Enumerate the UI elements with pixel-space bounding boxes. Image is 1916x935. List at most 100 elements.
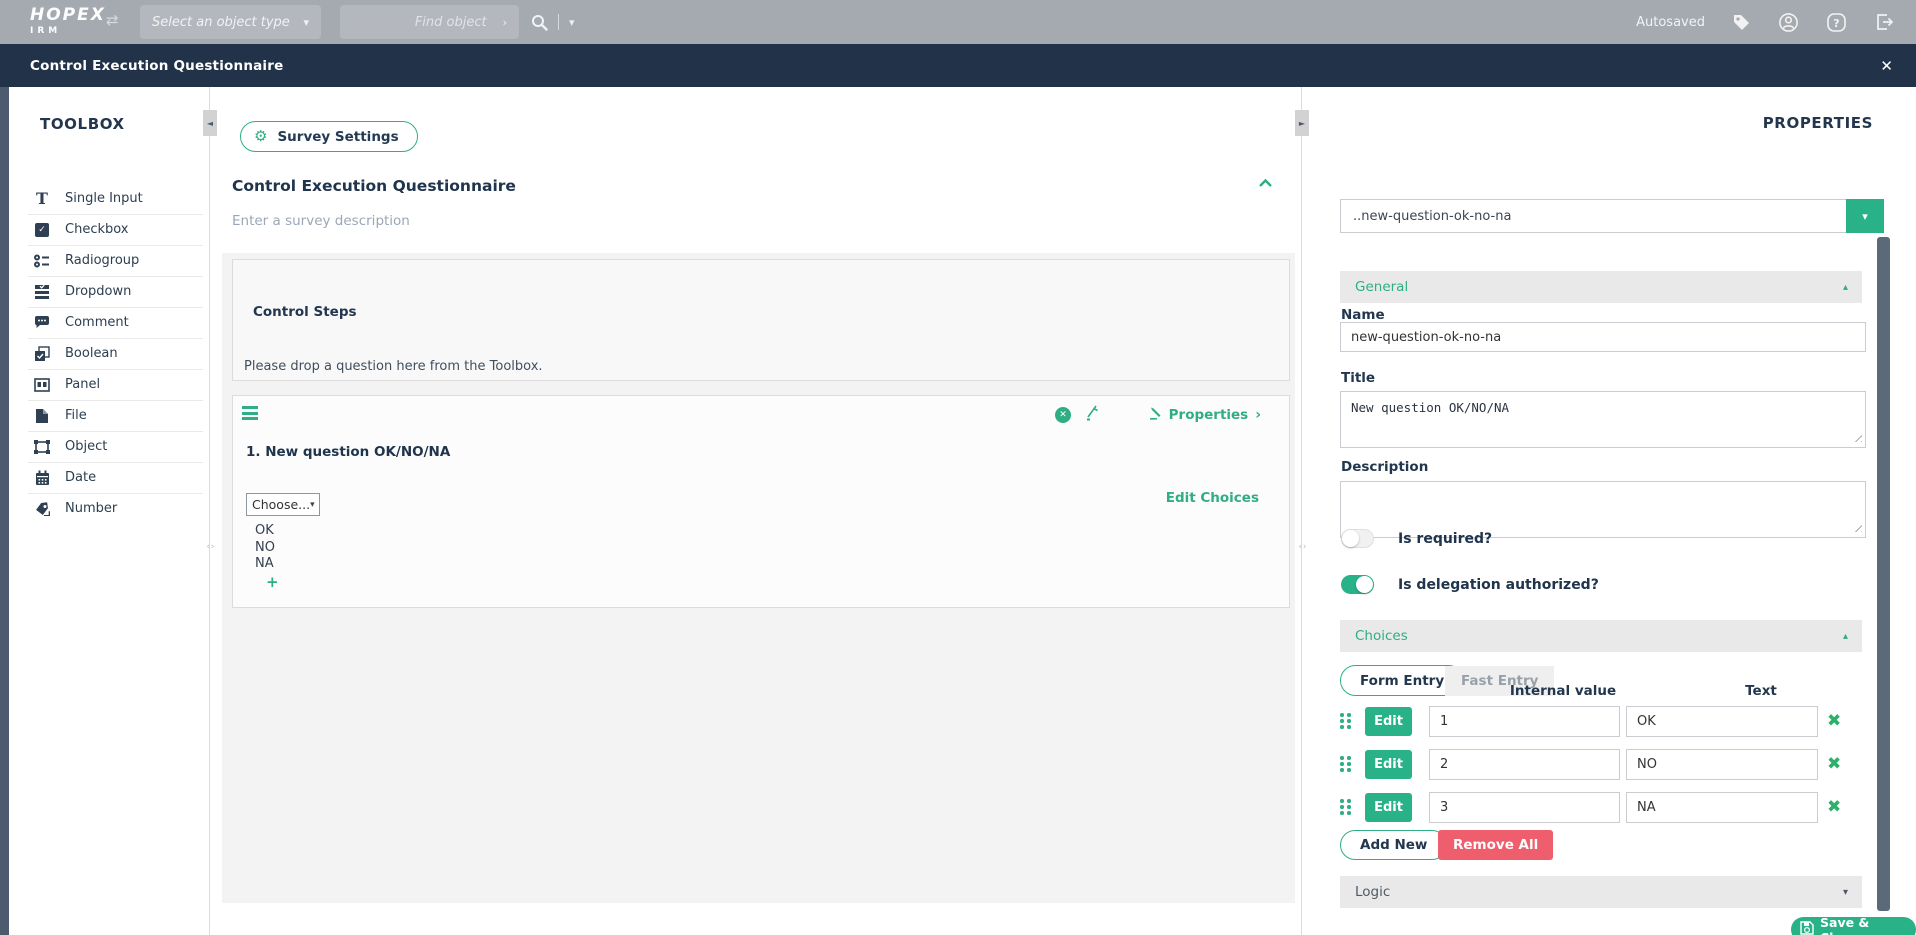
- file-icon: [33, 407, 51, 425]
- toolbox-item-comment[interactable]: Comment: [9, 307, 203, 338]
- background-app-edge: [0, 87, 9, 935]
- selected-question-value: ..new-question-ok-no-na: [1341, 209, 1846, 224]
- chevron-right-icon: ›: [503, 16, 507, 29]
- help-icon[interactable]: ?: [1826, 12, 1847, 33]
- skip-logic-icon[interactable]: [1084, 405, 1099, 425]
- choice-item[interactable]: NO: [255, 540, 275, 557]
- toolbox-item-radiogroup[interactable]: Radiogroup: [9, 245, 203, 276]
- question-dropdown[interactable]: Choose... ▾: [246, 493, 320, 516]
- checkbox-icon: ✓: [33, 221, 51, 239]
- chevron-right-icon: ›: [1255, 407, 1261, 423]
- toolbox-item-object[interactable]: Object: [9, 431, 203, 462]
- delete-row-icon[interactable]: ✖: [1827, 713, 1841, 730]
- control-steps-panel[interactable]: Control Steps Please drop a question her…: [232, 259, 1290, 381]
- toolbox-title: TOOLBOX: [40, 115, 125, 133]
- chevron-down-icon: ▾: [303, 16, 309, 29]
- row-drag-handle-icon[interactable]: [1340, 756, 1352, 772]
- edit-choice-button[interactable]: Edit: [1365, 793, 1412, 822]
- delete-question-icon[interactable]: ✕: [1055, 407, 1071, 423]
- column-header-internal-value: Internal value: [1510, 683, 1616, 699]
- delete-row-icon[interactable]: ✖: [1827, 799, 1841, 816]
- choice-text-input[interactable]: [1626, 792, 1818, 823]
- properties-panel: PROPERTIES ..new-question-ok-no-na ▾ Gen…: [1310, 87, 1916, 935]
- choice-value-input[interactable]: [1429, 792, 1620, 823]
- is-required-toggle[interactable]: [1341, 529, 1374, 548]
- row-drag-handle-icon[interactable]: [1340, 713, 1352, 729]
- drag-handle-icon[interactable]: [242, 406, 258, 423]
- section-choices[interactable]: Choices ▴: [1340, 620, 1862, 652]
- toolbox-item-checkbox[interactable]: ✓ Checkbox: [9, 214, 203, 245]
- row-drag-handle-icon[interactable]: [1340, 799, 1352, 815]
- panel-icon: [33, 376, 51, 394]
- description-field[interactable]: [1340, 481, 1866, 538]
- remove-all-button[interactable]: Remove All: [1438, 830, 1553, 860]
- name-field[interactable]: [1340, 322, 1866, 352]
- svg-text:?: ?: [1833, 17, 1839, 30]
- toolbox-item-dropdown[interactable]: Dropdown: [9, 276, 203, 307]
- add-choice-icon[interactable]: +: [266, 573, 279, 591]
- save-and-close-button[interactable]: Save & Close: [1791, 917, 1916, 935]
- survey-description-placeholder[interactable]: Enter a survey description: [232, 213, 410, 229]
- user-account-icon[interactable]: [1778, 12, 1799, 33]
- edit-choice-button[interactable]: Edit: [1365, 750, 1412, 779]
- toolbox-item-file[interactable]: File: [9, 400, 203, 431]
- toolbox-item-number[interactable]: Number: [9, 493, 203, 524]
- logout-icon[interactable]: [1874, 12, 1894, 32]
- autosaved-status: Autosaved: [1636, 15, 1705, 30]
- survey-title[interactable]: Control Execution Questionnaire: [232, 177, 516, 195]
- survey-settings-button[interactable]: ⚙ Survey Settings: [240, 121, 418, 152]
- object-type-placeholder: Select an object type: [152, 15, 290, 30]
- title-field[interactable]: New question OK/NO/NA: [1340, 391, 1866, 448]
- choice-value-input[interactable]: [1429, 749, 1620, 780]
- chevron-up-icon: ▴: [1843, 282, 1848, 293]
- section-general[interactable]: General ▴: [1340, 271, 1862, 303]
- choice-item[interactable]: OK: [255, 523, 275, 540]
- toolbox-list: T Single Input ✓ Checkbox Radiogroup Dro…: [9, 183, 203, 524]
- save-icon: [1800, 921, 1814, 935]
- collapse-right-icon[interactable]: ►: [1295, 110, 1309, 136]
- scrollbar-thumb[interactable]: [1877, 237, 1890, 911]
- question-panel[interactable]: ✕ Properties › 1. New question OK/NO/NA …: [232, 395, 1290, 608]
- search-cluster: ▾: [531, 0, 575, 44]
- top-bar: HOPEX IRM ⇄ Select an object type ▾ Find…: [0, 0, 1916, 44]
- choices-preview-list: OK NO NA: [255, 523, 275, 573]
- question-title[interactable]: 1. New question OK/NO/NA: [246, 444, 450, 460]
- toolbox-item-boolean[interactable]: Boolean: [9, 338, 203, 369]
- object-type-dropdown[interactable]: Select an object type ▾: [140, 5, 321, 39]
- left-splitter[interactable]: ◄ ‹ ›: [203, 87, 217, 935]
- collapse-left-icon[interactable]: ◄: [203, 110, 217, 136]
- choice-value-input[interactable]: [1429, 706, 1620, 737]
- single-input-icon: T: [33, 190, 51, 208]
- right-splitter[interactable]: ► ‹ ›: [1295, 87, 1309, 935]
- toolbox-item-single-input[interactable]: T Single Input: [9, 183, 203, 214]
- add-new-button[interactable]: Add New: [1340, 830, 1447, 860]
- number-icon: [33, 500, 51, 518]
- edit-choices-link[interactable]: Edit Choices: [1166, 490, 1259, 506]
- question-actions: ✕: [1055, 405, 1099, 425]
- title-label: Title: [1341, 370, 1375, 386]
- dialog-title-bar: Control Execution Questionnaire ✕: [0, 44, 1916, 87]
- delete-row-icon[interactable]: ✖: [1827, 756, 1841, 773]
- close-icon[interactable]: ✕: [1880, 57, 1893, 75]
- name-label: Name: [1341, 307, 1385, 323]
- question-properties-link[interactable]: Properties ›: [1148, 405, 1261, 424]
- choice-text-input[interactable]: [1626, 749, 1818, 780]
- edit-choice-button[interactable]: Edit: [1365, 707, 1412, 736]
- section-logic[interactable]: Logic ▾: [1340, 876, 1862, 908]
- toolbox-item-label: Radiogroup: [65, 253, 139, 268]
- tag-icon[interactable]: [1732, 13, 1751, 32]
- toolbox-item-label: Comment: [65, 315, 129, 330]
- toolbox-item-date[interactable]: Date: [9, 462, 203, 493]
- toolbox-item-panel[interactable]: Panel: [9, 369, 203, 400]
- search-icon[interactable]: [531, 14, 548, 31]
- is-delegation-toggle[interactable]: [1341, 575, 1374, 594]
- chevron-down-icon[interactable]: ▾: [569, 16, 575, 29]
- splitter-grip-icon: ‹ ›: [203, 542, 217, 552]
- collapse-header-icon[interactable]: [1258, 173, 1273, 192]
- swap-icon[interactable]: ⇄: [106, 11, 119, 29]
- selected-question-dropdown[interactable]: ..new-question-ok-no-na ▾: [1340, 199, 1884, 233]
- choice-text-input[interactable]: [1626, 706, 1818, 737]
- section-label: General: [1355, 279, 1408, 295]
- find-object-input[interactable]: Find object ›: [340, 5, 519, 39]
- choice-item[interactable]: NA: [255, 556, 275, 573]
